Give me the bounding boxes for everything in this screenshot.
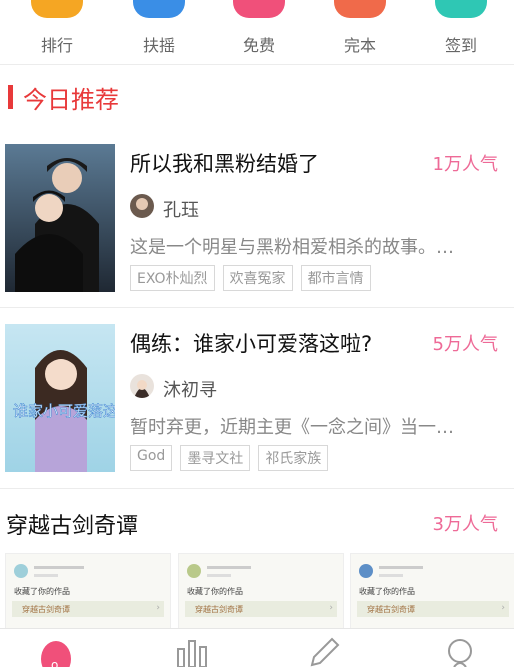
comment-book-title: 穿越古剑奇谭 bbox=[195, 605, 243, 614]
author-avatar bbox=[130, 374, 154, 398]
bottom-tab-bar: o bbox=[0, 628, 514, 671]
book-description: 这是一个明星与黑粉相爱相杀的故事。… bbox=[130, 237, 454, 258]
book-title[interactable]: 偶练：谁家小可爱落这啦? bbox=[130, 328, 372, 358]
book-tag[interactable]: 欢喜冤家 bbox=[222, 265, 293, 291]
username-placeholder bbox=[207, 566, 251, 569]
time-placeholder bbox=[34, 574, 58, 577]
book-item[interactable]: 所以我和黑粉结婚了 1万人气 孔珏 这是一个明星与黑粉相爱相杀的故事。… EXO… bbox=[0, 138, 514, 308]
nav-ranking-label: 排行 bbox=[40, 36, 73, 55]
book-tag[interactable]: EXO朴灿烈 bbox=[130, 265, 215, 291]
book-section-title[interactable]: 穿越古剑奇谭 bbox=[6, 508, 138, 540]
username-placeholder bbox=[34, 566, 84, 569]
tab-ranking[interactable] bbox=[176, 637, 208, 671]
comment-card[interactable]: 收藏了你的作品 穿越古剑奇谭 › bbox=[178, 553, 344, 633]
user-icon bbox=[448, 639, 472, 668]
book-item[interactable]: 谁家小可爱落这啦 偶练：谁家小可爱落这啦? 5万人气 沐初寻 暂时弃更，近期主更… bbox=[0, 318, 514, 488]
divider bbox=[0, 488, 514, 489]
comment-book-title: 穿越古剑奇谭 bbox=[22, 605, 70, 614]
author-name: 孔珏 bbox=[163, 200, 199, 221]
book-tag[interactable]: 祁氏家族 bbox=[258, 445, 329, 471]
compass-icon bbox=[133, 0, 185, 18]
section-title: 今日推荐 bbox=[8, 82, 119, 114]
author-avatar bbox=[130, 194, 154, 218]
nav-free-label: 免费 bbox=[242, 36, 275, 55]
home-icon: o bbox=[41, 641, 71, 671]
book-icon bbox=[334, 0, 386, 18]
author-name: 沐初寻 bbox=[163, 380, 217, 401]
book-cover-image: 谁家小可爱落这啦 bbox=[5, 324, 115, 472]
pencil-icon bbox=[310, 637, 340, 667]
tab-write[interactable] bbox=[308, 637, 340, 671]
nav-finished-label: 完本 bbox=[343, 36, 376, 55]
time-placeholder bbox=[379, 574, 403, 577]
comment-card[interactable]: 收藏了你的作品 穿越古剑奇谭 › bbox=[350, 553, 514, 633]
comment-text: 收藏了你的作品 bbox=[359, 587, 415, 596]
calendar-icon bbox=[435, 0, 487, 18]
username-placeholder bbox=[379, 566, 423, 569]
free-icon bbox=[233, 0, 285, 18]
tab-profile[interactable] bbox=[444, 637, 476, 671]
book-cover-image bbox=[5, 144, 115, 292]
book-tag[interactable]: 墨寻文社 bbox=[180, 445, 251, 471]
cover-title-text: 谁家小可爱落这啦 bbox=[13, 402, 115, 420]
comment-text: 收藏了你的作品 bbox=[14, 587, 70, 596]
svg-text:o: o bbox=[51, 658, 58, 667]
section-title-text: 今日推荐 bbox=[23, 85, 119, 114]
chevron-right-icon: › bbox=[501, 603, 505, 613]
book-section-popularity: 3万人气 bbox=[432, 514, 498, 535]
top-category-nav: 排行 扶摇 免费 完本 签到 bbox=[0, 0, 514, 62]
bar-chart-icon bbox=[177, 640, 207, 668]
comment-text: 收藏了你的作品 bbox=[187, 587, 243, 596]
comment-book-title: 穿越古剑奇谭 bbox=[367, 605, 415, 614]
time-placeholder bbox=[207, 574, 231, 577]
book-tags: God 墨寻文社 祁氏家族 bbox=[130, 445, 329, 471]
nav-checkin-label: 签到 bbox=[444, 36, 477, 55]
book-tags: EXO朴灿烈 欢喜冤家 都市言情 bbox=[130, 265, 371, 291]
book-tag[interactable]: 都市言情 bbox=[300, 265, 371, 291]
book-title[interactable]: 所以我和黑粉结婚了 bbox=[130, 148, 319, 178]
tab-home[interactable]: o bbox=[40, 637, 72, 671]
divider bbox=[0, 307, 514, 308]
book-description: 暂时弃更，近期主更《一念之间》当一… bbox=[130, 417, 454, 438]
book-tag[interactable]: God bbox=[130, 445, 173, 471]
chevron-right-icon: › bbox=[329, 603, 333, 613]
comment-card[interactable]: 收藏了你的作品 穿越古剑奇谭 › bbox=[5, 553, 171, 633]
book-popularity: 1万人气 bbox=[432, 154, 498, 175]
divider bbox=[0, 64, 514, 65]
trophy-icon bbox=[31, 0, 83, 18]
book-popularity: 5万人气 bbox=[432, 334, 498, 355]
avatar bbox=[359, 564, 373, 578]
avatar bbox=[187, 564, 201, 578]
avatar bbox=[14, 564, 28, 578]
nav-fuyao-label: 扶摇 bbox=[142, 36, 175, 55]
section-accent-bar bbox=[8, 85, 13, 109]
chevron-right-icon: › bbox=[156, 603, 160, 613]
